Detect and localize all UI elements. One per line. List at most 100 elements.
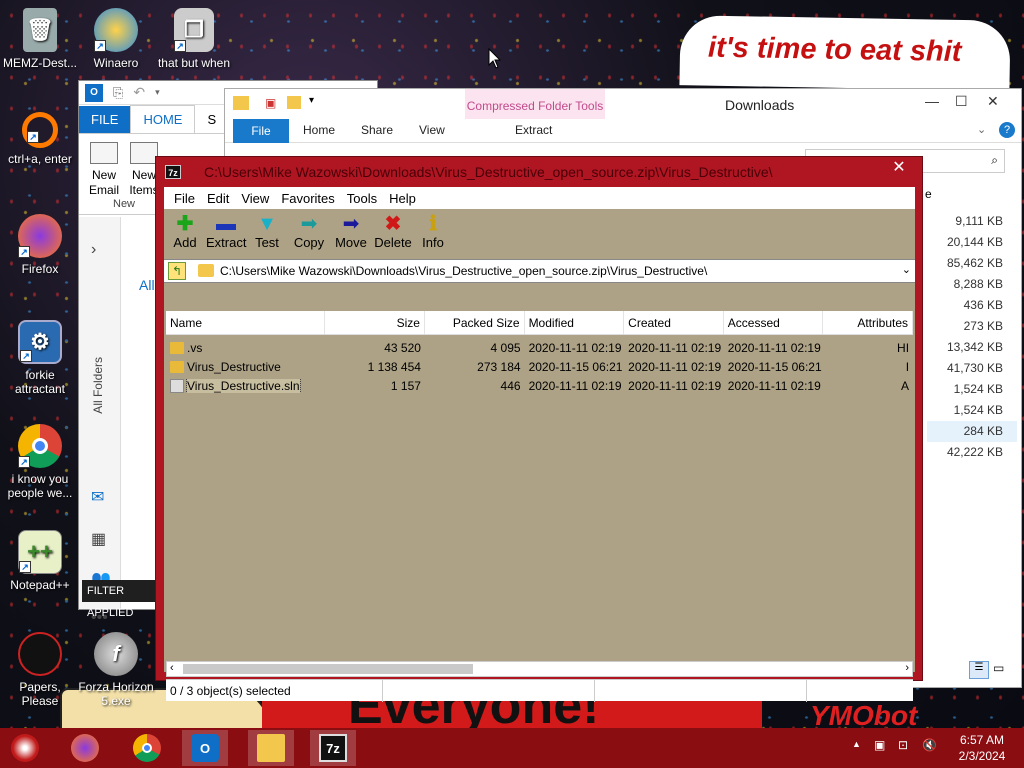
size-cell: 8,288 KB xyxy=(953,277,1003,291)
menu-tools[interactable]: Tools xyxy=(341,191,383,206)
menu-help[interactable]: Help xyxy=(383,191,422,206)
all-mail-label[interactable]: All xyxy=(139,277,155,293)
large-icons-view-icon[interactable]: ▭ xyxy=(993,661,1004,675)
properties-icon[interactable]: ▣ xyxy=(265,96,276,110)
ribbon-expand-icon[interactable]: ⌄ xyxy=(977,123,986,136)
taskbar-firefox[interactable] xyxy=(62,730,108,766)
outlook-tab-home[interactable]: HOME xyxy=(130,105,196,133)
new-folder-icon[interactable] xyxy=(287,96,301,109)
column-name[interactable]: Name xyxy=(166,311,326,334)
undo-icon[interactable]: ↶ xyxy=(133,84,145,101)
menu-view[interactable]: View xyxy=(235,191,275,206)
scroll-right-icon[interactable]: › xyxy=(905,662,909,674)
desktop-icon-ctrl-a[interactable]: ↗ ctrl+a, enter xyxy=(0,112,80,166)
chevron-down-icon[interactable]: ⌄ xyxy=(902,263,911,276)
column-accessed[interactable]: Accessed xyxy=(724,311,824,334)
move-button[interactable]: ➡ Move xyxy=(334,213,368,250)
up-folder-icon[interactable]: ↰ xyxy=(168,262,186,280)
extract-button[interactable]: ▬ Extract xyxy=(206,213,246,250)
explorer-tab-extract[interactable]: Extract xyxy=(515,123,552,137)
close-button[interactable]: ✕ xyxy=(987,93,999,110)
desktop-icon-forza[interactable]: f Forza Horizon 5.exe xyxy=(76,632,156,708)
tray-battery-icon[interactable]: ▣ xyxy=(874,738,885,752)
notepad-plus-plus-icon: ++ ↗ xyxy=(18,530,62,574)
info-button[interactable]: ℹ Info xyxy=(420,213,446,250)
column-attributes[interactable]: Attributes xyxy=(823,311,913,334)
compressed-folder-tools-tab[interactable]: Compressed Folder Tools xyxy=(465,89,605,119)
desktop-icon-that-but-when[interactable]: ❐ ↗ that but when xyxy=(154,8,234,70)
column-packed-size[interactable]: Packed Size xyxy=(425,311,525,334)
file-size: 1 157 xyxy=(390,378,421,393)
desktop-icon-notepad[interactable]: ++ ↗ Notepad++ xyxy=(0,530,80,592)
size-cell: 1,524 KB xyxy=(953,382,1003,396)
folder-icon xyxy=(198,264,214,277)
close-button[interactable]: ✕ xyxy=(876,157,922,179)
desktop-icon-forkie[interactable]: ⚙ ↗ forkie attractant xyxy=(0,320,80,396)
outlook-app-icon[interactable]: O xyxy=(85,83,103,102)
help-icon[interactable]: ? xyxy=(999,122,1015,138)
test-button[interactable]: ▼ Test xyxy=(254,213,280,250)
taskbar-clock[interactable]: 6:57 AM 2/3/2024 xyxy=(950,732,1014,764)
taskbar-sevenzip[interactable]: 7z xyxy=(310,730,356,766)
taskbar-file-explorer[interactable] xyxy=(248,730,294,766)
move-label: Move xyxy=(335,235,367,250)
delete-button[interactable]: ✖ Delete xyxy=(374,213,412,250)
scroll-left-icon[interactable]: ‹ xyxy=(170,662,174,674)
table-row[interactable]: Virus_Destructive 1 138 454 273 184 2020… xyxy=(166,357,913,376)
explorer-tab-share[interactable]: Share xyxy=(361,123,393,137)
tray-network-icon[interactable]: ⊡ xyxy=(898,738,908,752)
chrome-icon xyxy=(133,734,161,762)
recycle-bin-icon: 🗑 xyxy=(23,8,57,52)
desktop-icon-label: Papers, Please xyxy=(19,680,61,708)
qat-dropdown-icon[interactable]: ▾ xyxy=(309,95,314,106)
copy-button[interactable]: ➡ Copy xyxy=(292,213,326,250)
add-button[interactable]: ✚ Add xyxy=(172,213,198,250)
taskbar-chrome[interactable] xyxy=(124,730,170,766)
qat-dropdown-icon[interactable]: ▾ xyxy=(155,87,160,98)
maximize-button[interactable]: ☐ xyxy=(955,93,968,110)
desktop-icon-winaero[interactable]: ↗ Winaero xyxy=(76,8,156,70)
test-icon: ▼ xyxy=(257,213,277,235)
desktop-icon-chrome[interactable]: ↗ i know you people we... xyxy=(0,424,80,500)
column-size[interactable]: Size xyxy=(325,311,425,334)
table-row-focused[interactable]: Virus_Destructive.sln 1 157 446 2020-11-… xyxy=(166,376,913,395)
new-items-icon xyxy=(130,142,158,164)
expand-chevron-icon[interactable]: › xyxy=(91,241,96,259)
table-row[interactable]: .vs 43 520 4 095 2020-11-11 02:19 2020-1… xyxy=(166,338,913,357)
size-column-header[interactable]: e xyxy=(925,187,932,201)
scrollbar-thumb[interactable] xyxy=(183,664,473,674)
menu-edit[interactable]: Edit xyxy=(201,191,235,206)
selection-status: 0 / 3 object(s) selected xyxy=(170,684,291,698)
file-name: Virus_Destructive.sln xyxy=(186,378,301,393)
mail-icon[interactable]: ✉ xyxy=(91,487,104,507)
tray-overflow-icon[interactable]: ▲ xyxy=(852,739,861,749)
address-bar[interactable]: ↰ C:\Users\Mike Wazowski\Downloads\Virus… xyxy=(164,259,915,283)
taskbar-outlook[interactable]: O xyxy=(182,730,228,766)
desktop-icon-firefox[interactable]: ↗ Firefox xyxy=(0,214,80,276)
horizontal-scrollbar[interactable]: ‹ › xyxy=(166,661,913,677)
explorer-tab-view[interactable]: View xyxy=(419,123,445,137)
all-folders-label[interactable]: All Folders xyxy=(91,357,105,414)
menu-file[interactable]: File xyxy=(168,191,201,206)
address-input[interactable]: C:\Users\Mike Wazowski\Downloads\Virus_D… xyxy=(220,264,707,278)
column-modified[interactable]: Modified xyxy=(525,311,625,334)
column-created[interactable]: Created xyxy=(624,311,724,334)
desktop-icon-memz[interactable]: 🗑 MEMZ-Dest... xyxy=(0,8,80,70)
minimize-button[interactable]: — xyxy=(925,93,939,109)
ribbon-group-new: New xyxy=(113,198,136,210)
explorer-tab-home[interactable]: Home xyxy=(303,123,335,137)
sevenzip-client: File Edit View Favorites Tools Help ✚ Ad… xyxy=(164,187,915,702)
sevenzip-app-icon[interactable]: 7z xyxy=(165,165,181,179)
size-cell: 1,524 KB xyxy=(953,403,1003,417)
details-view-icon[interactable]: ☰ xyxy=(969,661,989,679)
new-email-button[interactable]: New Email xyxy=(87,142,121,198)
tray-volume-muted-icon[interactable]: 🔇 xyxy=(922,738,937,752)
firefox-icon xyxy=(71,734,99,762)
outlook-save-icon[interactable]: ⎘ xyxy=(113,85,123,101)
desktop-icon-papers-please[interactable]: Papers, Please xyxy=(0,632,80,708)
start-button[interactable] xyxy=(2,730,48,766)
outlook-tab-file[interactable]: FILE xyxy=(79,106,131,133)
menu-favorites[interactable]: Favorites xyxy=(275,191,340,206)
calendar-icon[interactable]: ▦ xyxy=(91,529,106,549)
explorer-tab-file[interactable]: File xyxy=(233,119,289,143)
